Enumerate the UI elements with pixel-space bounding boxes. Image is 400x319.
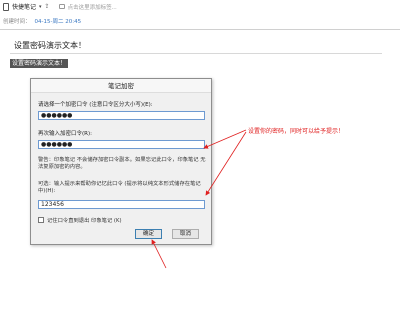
divider	[0, 29, 400, 30]
created-date[interactable]: 04-15-周二 20:45	[35, 19, 82, 25]
cancel-button[interactable]: 取消	[172, 229, 199, 239]
hint-label: 可选：输入提示来帮助你记忆此口令 (提示将以纯文本形式储存在笔记中)(H):	[38, 181, 201, 194]
tag-input[interactable]: 点击这里添加标签...	[68, 3, 117, 11]
hint-field[interactable]: 123456	[38, 200, 205, 209]
warning-text: 警告：印象笔记 不会储存加密口令副本。如果忘记此口令，印象笔记 无法复原加密的内…	[38, 157, 206, 170]
remember-checkbox[interactable]: 记住口令直到退出 印象笔记 (K)	[38, 216, 122, 224]
dialog-title: 笔记加密	[31, 79, 211, 93]
arrow-to-hint	[205, 131, 247, 196]
confirm-password-label: 再次输入加密口令(R):	[38, 131, 92, 137]
selected-text[interactable]: 设置密码演示文本！	[10, 59, 69, 68]
share-icon[interactable]: ⇪	[45, 3, 50, 10]
confirm-password-field[interactable]: ●●●●●●	[38, 140, 205, 149]
chevron-down-icon[interactable]: ▾	[39, 4, 42, 10]
password-label: 请选择一个加密口令 (注意口令区分大小写)(E):	[38, 102, 153, 108]
checkbox-box[interactable]	[38, 217, 44, 223]
tag-icon	[58, 4, 65, 9]
ok-button[interactable]: 确定	[135, 229, 162, 239]
remember-label: 记住口令直到退出 印象笔记 (K)	[47, 218, 122, 224]
toolbar: 快捷笔记 ▾ ⇪ 点击这里添加标签...	[0, 0, 400, 13]
note-metadata: 创建时间： 04-15-周二 20:45	[3, 17, 81, 25]
note-title[interactable]: 设置密码演示文本！	[14, 40, 86, 51]
created-label: 创建时间：	[3, 19, 31, 25]
notebook-icon[interactable]	[3, 2, 9, 11]
encrypt-dialog: 笔记加密 请选择一个加密口令 (注意口令区分大小写)(E): ●●●●●● 再次…	[30, 78, 212, 245]
annotation-text: 设置你的密码，同时可以给予提示！	[248, 128, 345, 135]
title-divider	[10, 53, 382, 54]
password-field[interactable]: ●●●●●●	[38, 111, 205, 120]
notebook-selector[interactable]: 快捷笔记	[12, 2, 36, 11]
